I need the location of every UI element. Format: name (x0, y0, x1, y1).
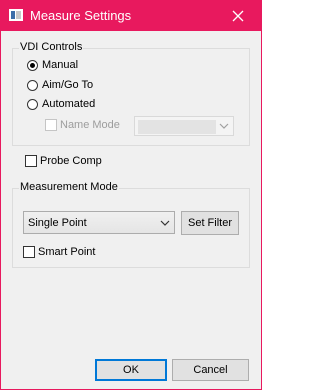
radio-aim-go-to[interactable]: Aim/Go To (27, 79, 93, 91)
radio-manual-label: Manual (42, 59, 79, 71)
name-mode-checkbox[interactable]: Name Mode (45, 119, 120, 131)
title-bar[interactable]: Measure Settings (1, 1, 261, 31)
radio-manual[interactable]: Manual (27, 59, 78, 71)
cancel-label: Cancel (193, 364, 228, 376)
chevron-down-icon (219, 123, 229, 129)
set-filter-button[interactable]: Set Filter (181, 211, 239, 235)
app-icon (9, 9, 23, 21)
set-filter-label: Set Filter (187, 217, 232, 229)
name-mode-checkbox-box[interactable] (45, 119, 57, 131)
radio-automated[interactable]: Automated (27, 98, 95, 110)
probe-comp-checkbox[interactable]: Probe Comp (25, 155, 102, 167)
radio-aim-go-to-indicator[interactable] (27, 79, 38, 91)
radio-aim-go-to-label: Aim/Go To (42, 79, 94, 91)
measure-settings-dialog: Measure Settings VDI Controls Manual Aim… (0, 0, 262, 390)
measurement-mode-dropdown[interactable]: Single Point (23, 211, 175, 234)
radio-manual-indicator[interactable] (27, 59, 38, 71)
chevron-down-icon (160, 220, 170, 226)
name-mode-dropdown-value (138, 120, 216, 134)
probe-comp-label: Probe Comp (40, 155, 102, 167)
measurement-mode-label: Measurement Mode (19, 181, 119, 193)
close-icon (232, 10, 244, 22)
window-title: Measure Settings (30, 8, 132, 23)
cancel-button[interactable]: Cancel (172, 359, 249, 381)
smart-point-checkbox[interactable]: Smart Point (23, 246, 95, 258)
ok-button[interactable]: OK (95, 359, 167, 381)
name-mode-dropdown[interactable] (134, 116, 234, 136)
radio-automated-label: Automated (42, 98, 96, 110)
measurement-mode-value: Single Point (28, 216, 87, 229)
ok-label: OK (123, 364, 139, 376)
radio-automated-indicator[interactable] (27, 98, 38, 110)
name-mode-label: Name Mode (60, 119, 120, 131)
smart-point-checkbox-box[interactable] (23, 246, 35, 258)
probe-comp-checkbox-box[interactable] (25, 155, 37, 167)
vdi-controls-label: VDI Controls (19, 41, 84, 53)
close-button[interactable] (215, 1, 261, 31)
smart-point-label: Smart Point (38, 246, 96, 258)
